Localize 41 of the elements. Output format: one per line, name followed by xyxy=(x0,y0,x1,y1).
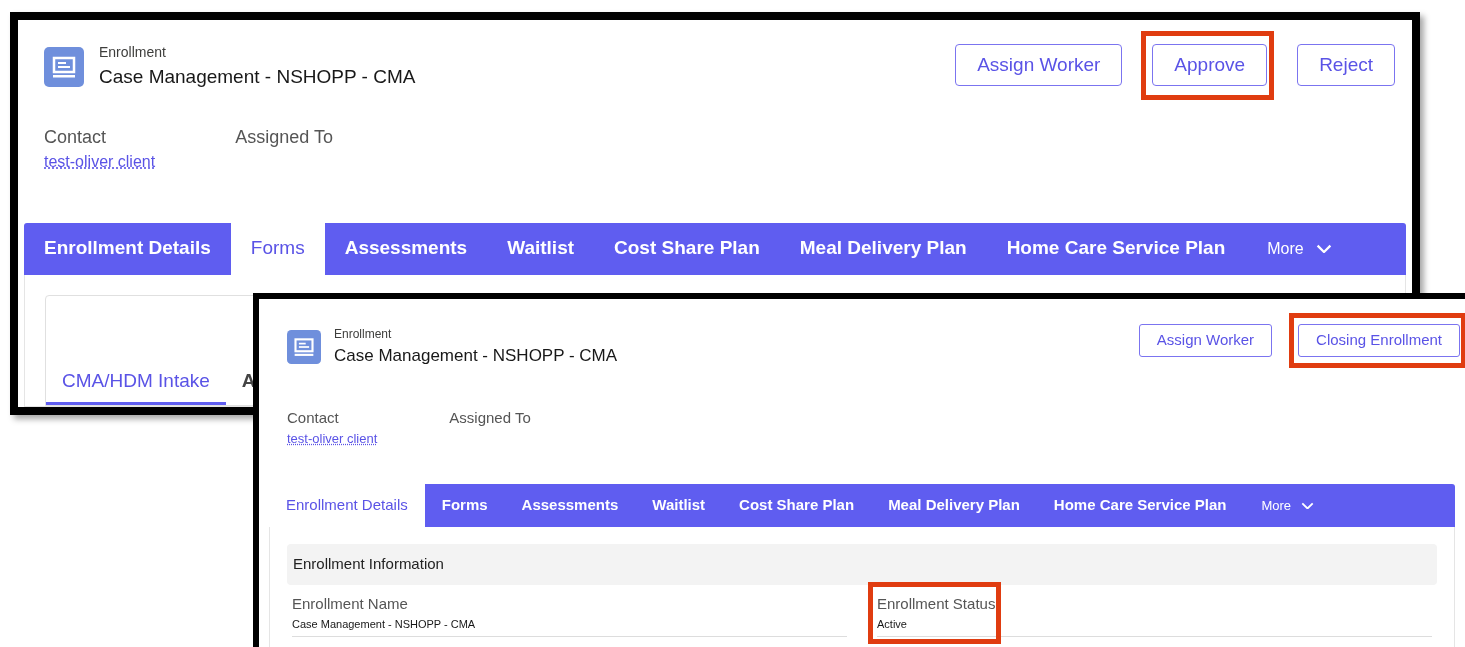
object-type-label: Enrollment xyxy=(99,43,167,62)
record-title: Case Management - NSHOPP - CMA xyxy=(334,345,618,367)
field-value: Active xyxy=(877,617,908,632)
field-value: Case Management - NSHOPP - CMA xyxy=(292,617,476,632)
form-tab[interactable]: CMA/HDM Intake xyxy=(46,361,226,405)
field-label: Contact xyxy=(287,407,340,428)
more-tab[interactable]: More xyxy=(1245,222,1354,275)
tab[interactable]: Meal Delivery Plan xyxy=(779,222,987,275)
tab[interactable]: Forms xyxy=(424,484,505,527)
record-title: Case Management - NSHOPP - CMA xyxy=(99,65,416,89)
action-button[interactable]: Approve xyxy=(1152,44,1268,86)
object-type-label: Enrollment xyxy=(334,326,393,343)
tab[interactable]: Cost Share Plan xyxy=(722,484,872,527)
action-button[interactable]: Assign Worker xyxy=(955,44,1123,86)
tab[interactable]: Waitlist xyxy=(487,222,595,275)
contact-link[interactable]: test-oliver client xyxy=(44,149,156,174)
tab[interactable]: Waitlist xyxy=(635,484,723,527)
tab[interactable]: Home Care Service Plan xyxy=(1036,484,1244,527)
tab[interactable]: Meal Delivery Plan xyxy=(871,484,1037,527)
action-button[interactable]: Assign Worker xyxy=(1138,324,1273,357)
action-button[interactable]: Reject xyxy=(1297,44,1395,86)
tab[interactable]: Enrollment Details xyxy=(24,222,231,275)
tab[interactable]: Forms xyxy=(230,222,325,275)
record-icon xyxy=(287,330,321,364)
record-icon xyxy=(44,47,84,87)
tab[interactable]: Home Care Service Plan xyxy=(986,222,1246,275)
contact-link[interactable]: test-oliver client xyxy=(287,428,378,448)
chevron-down-icon xyxy=(1315,243,1332,254)
section-header: Enrollment Information xyxy=(287,544,1437,585)
tab[interactable]: Enrollment Details xyxy=(269,484,425,527)
tab[interactable]: Cost Share Plan xyxy=(594,222,780,275)
field-label: Assigned To xyxy=(235,125,333,149)
field-label: Contact xyxy=(44,125,108,149)
field-label: Enrollment Status xyxy=(877,594,996,614)
field-label: Enrollment Name xyxy=(292,594,409,614)
chevron-down-icon xyxy=(1301,501,1315,510)
more-tab[interactable]: More xyxy=(1243,484,1333,527)
field-label: Assigned To xyxy=(449,407,531,428)
tab[interactable]: Assessments xyxy=(504,484,636,527)
action-button[interactable]: Closing Enrollment xyxy=(1298,324,1460,357)
tab[interactable]: Assessments xyxy=(324,222,488,275)
